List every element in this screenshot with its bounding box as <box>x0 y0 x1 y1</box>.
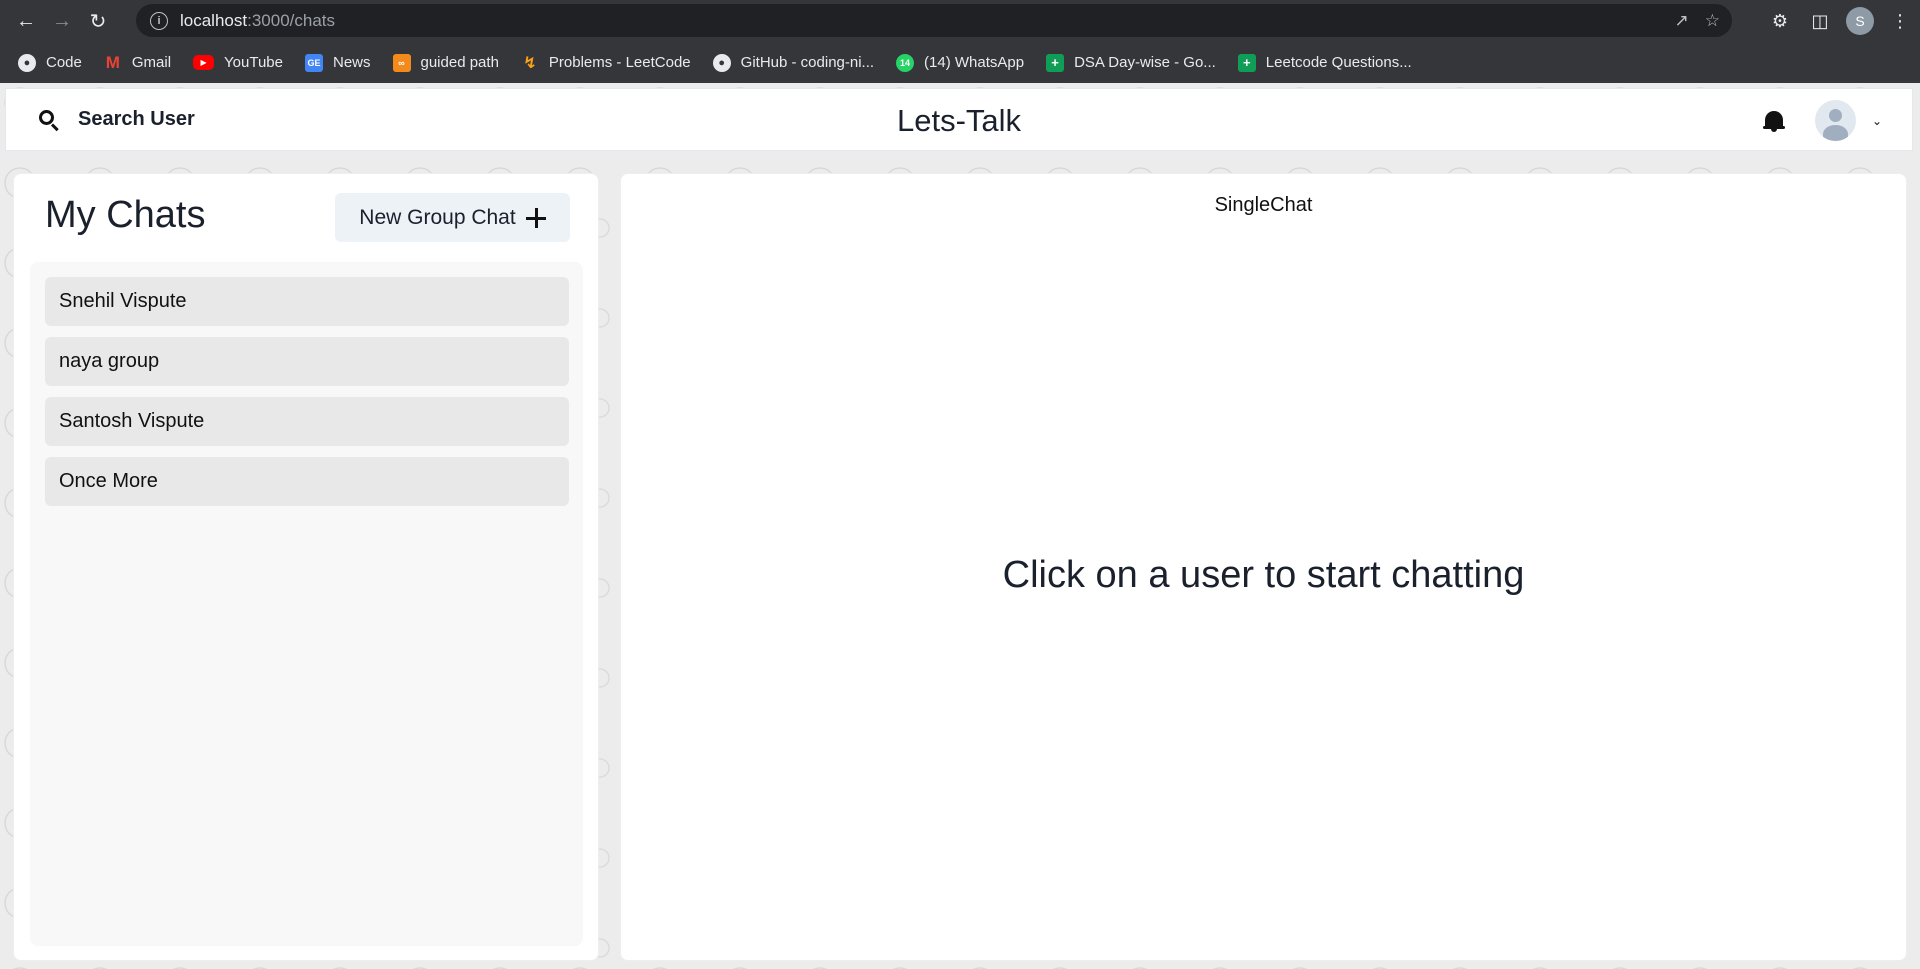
search-icon <box>38 109 60 131</box>
new-group-chat-label: New Group Chat <box>359 205 516 229</box>
share-icon[interactable]: ↗ <box>1675 11 1689 31</box>
menu-kebab-icon[interactable]: ⋮ <box>1880 0 1920 42</box>
bookmark-label: Problems - LeetCode <box>548 54 691 71</box>
github-icon: ● <box>712 53 731 72</box>
bookmark-item[interactable]: ∞ guided path <box>392 53 499 72</box>
app-header: Search User Lets-Talk ⌄ <box>5 88 1913 151</box>
url-text[interactable]: localhost:3000/chats <box>180 11 335 31</box>
bookmark-item[interactable]: + Leetcode Questions... <box>1237 53 1412 72</box>
search-user-label: Search User <box>78 108 195 130</box>
single-chat-panel: SingleChat Click on a user to start chat… <box>620 173 1907 961</box>
bookmark-item[interactable]: ● GitHub - coding-ni... <box>712 53 875 72</box>
coding-ninjas-icon: ∞ <box>392 53 411 72</box>
bookmark-star-icon[interactable]: ☆ <box>1705 11 1720 31</box>
chevron-down-icon: ⌄ <box>1871 113 1882 128</box>
bookmark-label: GitHub - coding-ni... <box>740 54 875 71</box>
whatsapp-icon: 14 <box>896 53 915 72</box>
bookmark-label: YouTube <box>224 54 283 71</box>
profile-menu-button[interactable]: ⌄ <box>1814 100 1882 141</box>
avatar <box>1814 100 1856 141</box>
leetcode-icon: ↯ <box>523 54 537 72</box>
single-chat-label: SingleChat <box>1214 194 1313 216</box>
url-host: localhost <box>180 10 248 30</box>
search-user-button[interactable]: Search User <box>38 108 195 131</box>
bookmark-item[interactable]: GE News <box>304 53 371 72</box>
google-sheets-icon: + <box>1046 53 1065 72</box>
bookmark-label: guided path <box>420 54 499 71</box>
bookmark-label: Gmail <box>131 54 172 71</box>
bookmark-label: Code <box>46 54 82 71</box>
bookmark-label: (14) WhatsApp <box>924 54 1025 71</box>
empty-chat-message: Click on a user to start chatting <box>1002 554 1525 596</box>
chat-item[interactable]: Santosh Vispute <box>45 397 569 446</box>
bookmark-item[interactable]: M Gmail <box>104 52 172 72</box>
chat-list: Snehil Vispute naya group Santosh Visput… <box>30 262 583 946</box>
bell-icon[interactable] <box>1762 109 1785 133</box>
my-chats-panel: My Chats New Group Chat Snehil Vispute n… <box>13 173 599 961</box>
chat-item[interactable]: Snehil Vispute <box>45 277 569 326</box>
site-info-icon[interactable]: i <box>150 11 168 30</box>
extensions-icon[interactable]: ⚙ <box>1760 0 1800 42</box>
bookmark-item[interactable]: ↯ Problems - LeetCode <box>521 54 691 72</box>
app-background: Search User Lets-Talk ⌄ My Chats New Gro… <box>0 83 1920 969</box>
google-news-icon: GE <box>304 53 323 72</box>
youtube-icon: ▶ <box>193 55 215 70</box>
reload-icon[interactable]: ↻ <box>80 3 116 39</box>
profile-button[interactable]: S <box>1840 0 1880 42</box>
my-chats-title: My Chats <box>45 194 206 236</box>
side-panel-icon[interactable]: ◫ <box>1800 0 1840 42</box>
google-sheets-icon: + <box>1237 53 1256 72</box>
forward-icon[interactable]: → <box>44 3 80 39</box>
gmail-icon: M <box>105 52 120 72</box>
back-icon[interactable]: ← <box>8 3 44 39</box>
browser-toolbar: ← → ↻ i localhost:3000/chats ↗ ☆ ⚙ ◫ S ⋮ <box>0 0 1920 42</box>
url-path: :3000/chats <box>247 10 336 30</box>
bookmark-label: DSA Day-wise - Go... <box>1074 54 1216 71</box>
address-bar[interactable]: i localhost:3000/chats ↗ ☆ <box>136 4 1732 37</box>
plus-icon <box>525 207 546 228</box>
app-title: Lets-Talk <box>896 102 1022 138</box>
bookmark-label: News <box>332 54 371 71</box>
new-group-chat-button[interactable]: New Group Chat <box>335 193 570 242</box>
chat-item[interactable]: naya group <box>45 337 569 386</box>
profile-avatar: S <box>1846 7 1874 35</box>
chat-item[interactable]: Once More <box>45 457 569 506</box>
bookmark-label: Leetcode Questions... <box>1265 54 1412 71</box>
bookmark-item[interactable]: ▶ YouTube <box>193 54 283 71</box>
bookmark-item[interactable]: + DSA Day-wise - Go... <box>1046 53 1216 72</box>
bookmark-item[interactable]: ● Code <box>18 53 82 72</box>
github-icon: ● <box>18 53 36 72</box>
bookmark-item[interactable]: 14 (14) WhatsApp <box>896 53 1025 72</box>
bookmarks-bar: ● Code M Gmail ▶ YouTube GE News ∞ guided pat… <box>0 42 1920 83</box>
